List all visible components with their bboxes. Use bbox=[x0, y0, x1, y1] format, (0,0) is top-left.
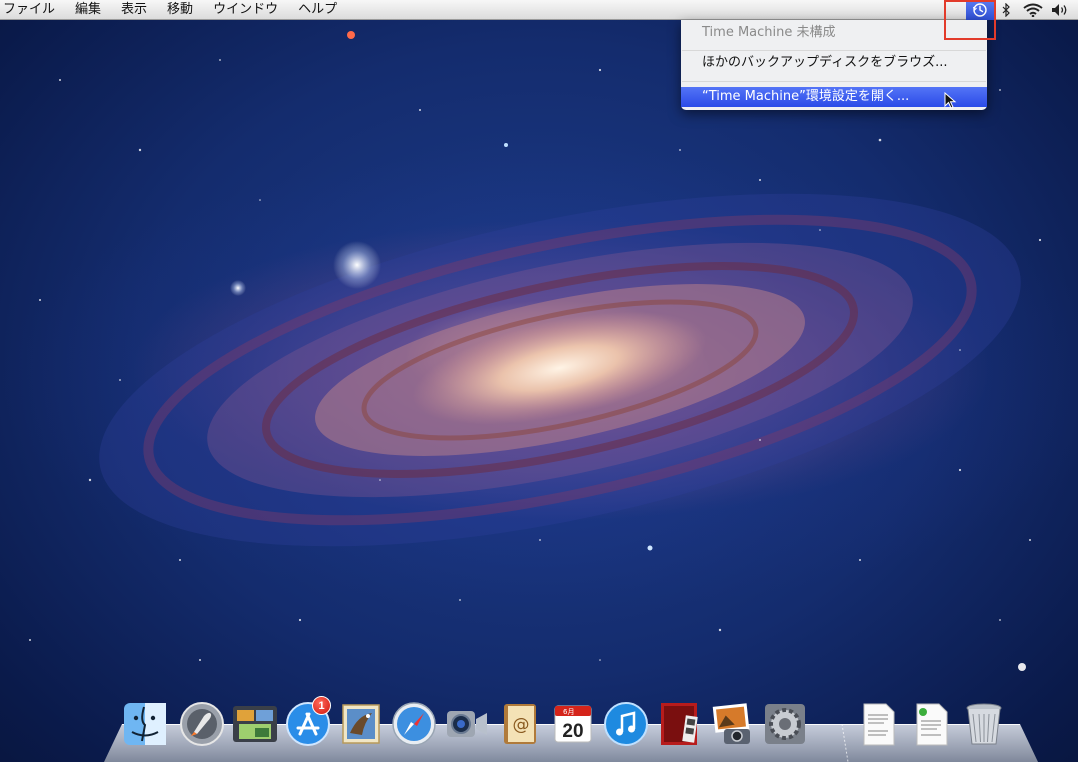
volume-icon[interactable] bbox=[1048, 0, 1072, 20]
dock-system-preferences[interactable] bbox=[760, 698, 810, 750]
desktop-wallpaper bbox=[29, 31, 1042, 671]
dock-launchpad[interactable] bbox=[177, 698, 227, 750]
menu-go[interactable]: 移動 bbox=[157, 0, 203, 20]
dock-ical[interactable]: 6月 20 bbox=[548, 698, 598, 750]
iphoto-icon bbox=[712, 703, 750, 744]
menu-separator bbox=[682, 81, 986, 82]
menu-separator bbox=[682, 50, 986, 51]
mission-control-icon bbox=[233, 706, 277, 742]
dock-photo-booth[interactable] bbox=[654, 698, 704, 750]
menu-window[interactable]: ウインドウ bbox=[203, 0, 288, 20]
bluetooth-icon[interactable] bbox=[994, 0, 1018, 20]
menu-file[interactable]: ファイル bbox=[0, 0, 65, 20]
launchpad-icon bbox=[180, 702, 224, 746]
dock-app-store[interactable]: 1 bbox=[283, 696, 333, 750]
itunes-icon bbox=[604, 702, 648, 746]
dock-trash[interactable] bbox=[959, 698, 1009, 750]
menu-bar: ファイル 編集 表示 移動 ウインドウ ヘルプ bbox=[0, 0, 1078, 20]
photo-booth-icon bbox=[661, 703, 698, 745]
facetime-icon bbox=[447, 711, 487, 737]
time-machine-status: Time Machine 未構成 bbox=[702, 25, 836, 40]
desktop: ファイル 編集 表示 移動 ウインドウ ヘルプ Time Machine 未構成… bbox=[0, 0, 1078, 762]
document-icon bbox=[916, 703, 948, 746]
dock-mission-control[interactable] bbox=[230, 698, 280, 750]
document-icon bbox=[863, 703, 895, 746]
dock-safari[interactable] bbox=[389, 698, 439, 750]
menu-help[interactable]: ヘルプ bbox=[288, 0, 347, 20]
highlight-box bbox=[944, 0, 996, 40]
dock-document[interactable] bbox=[906, 698, 956, 750]
mail-icon bbox=[342, 704, 380, 744]
finder-icon bbox=[124, 703, 166, 745]
dock-iphoto[interactable] bbox=[707, 698, 757, 750]
time-machine-menu: Time Machine 未構成 ほかのバックアップディスクをブラウズ... “… bbox=[681, 20, 987, 110]
app-store-badge: 1 bbox=[312, 696, 331, 715]
browse-other-backup-disks[interactable]: ほかのバックアップディスクをブラウズ... bbox=[681, 53, 987, 73]
svg-text:6月: 6月 bbox=[563, 708, 574, 716]
wifi-icon[interactable] bbox=[1018, 0, 1048, 20]
mouse-cursor-icon bbox=[944, 92, 957, 109]
svg-text:20: 20 bbox=[562, 721, 583, 742]
dock-facetime[interactable] bbox=[442, 698, 492, 750]
dock-address-book[interactable]: @ bbox=[495, 698, 545, 750]
dock-itunes[interactable] bbox=[601, 698, 651, 750]
gear-icon bbox=[765, 704, 805, 744]
trash-icon bbox=[966, 703, 1002, 745]
open-time-machine-preferences[interactable]: “Time Machine”環境設定を開く... bbox=[681, 87, 987, 107]
safari-icon bbox=[392, 702, 436, 746]
dock-finder[interactable] bbox=[120, 698, 170, 750]
menu-view[interactable]: 表示 bbox=[111, 0, 157, 20]
dock-mail[interactable] bbox=[336, 698, 386, 750]
address-book-icon: @ bbox=[504, 704, 536, 744]
dock-document[interactable] bbox=[853, 698, 903, 750]
ical-icon: 6月 20 bbox=[554, 705, 592, 743]
svg-text:@: @ bbox=[513, 715, 530, 735]
menu-edit[interactable]: 編集 bbox=[65, 0, 111, 20]
